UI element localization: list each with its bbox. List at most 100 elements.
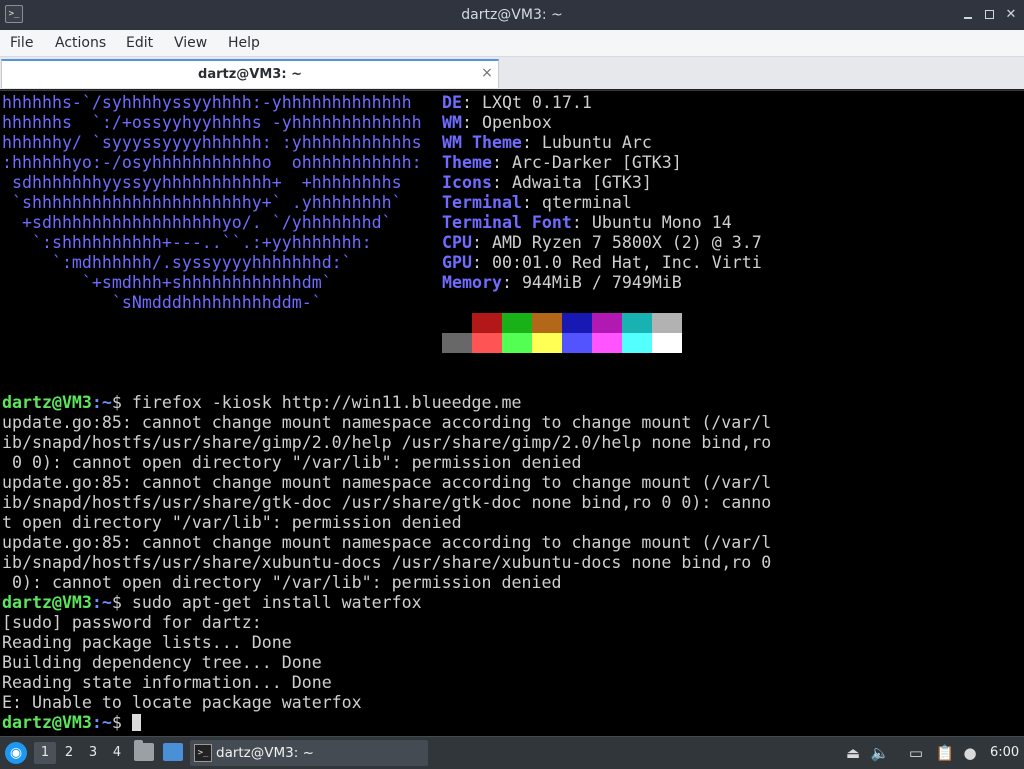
terminal-task-icon: >_ (194, 744, 212, 762)
ascii-logo-line: `shhhhhhhhhhhhhhhhhhhhhhy+` .yhhhhhhhh` (2, 193, 402, 212)
color-swatch (442, 333, 472, 353)
system-info-key: DE (442, 93, 462, 112)
menu-actions[interactable]: Actions (53, 30, 108, 56)
menu-edit[interactable]: Edit (124, 30, 155, 56)
output-line: t open directory "/var/lib": permission … (2, 513, 462, 532)
system-info-row: DE: LXQt 0.17.1 (442, 93, 762, 113)
system-info-row: Memory: 944MiB / 7949MiB (442, 273, 762, 293)
system-info-row: Theme: Arc-Darker [GTK3] (442, 153, 762, 173)
color-swatch (592, 313, 622, 333)
system-info-key: Theme (442, 153, 492, 172)
prompt-symbol: $ (111, 713, 132, 732)
color-swatch (532, 333, 562, 353)
app-menu-icon[interactable]: ◉ (5, 742, 27, 764)
color-swatch (472, 313, 502, 333)
color-palette-row-2 (442, 333, 682, 353)
terminal-output: dartz@VM3:~$ firefox -kiosk http://win11… (2, 393, 771, 733)
desktop-1-button[interactable]: 1 (34, 742, 56, 764)
prompt-symbol: $ (111, 393, 132, 412)
file-manager-icon[interactable] (134, 740, 154, 761)
system-info-separator: : (491, 153, 502, 172)
output-line: 0 0): cannot open directory "/var/lib": … (2, 453, 582, 472)
taskbar: ◉ 1 2 3 4 >_ dartz@VM3: ~ ⏏ 🔈 ▭ 📋 ● 6:00 (0, 736, 1024, 769)
prompt-user: dartz@VM3 (2, 393, 92, 412)
volume-icon[interactable]: 🔈 (870, 743, 890, 763)
system-info: DE: LXQt 0.17.1 WM: Openbox WM Theme: Lubu… (442, 93, 762, 293)
system-info-row: Terminal Font: Ubuntu Mono 14 (442, 213, 762, 233)
system-info-value: 00:01.0 Red Hat, Inc. Virti (481, 253, 762, 272)
output-line: Building dependency tree... Done (2, 653, 322, 672)
ascii-logo-line: hhhhhhs-`/syhhhhyssyyhhhh:-yhhhhhhhhhhhh… (2, 93, 412, 112)
ascii-logo-line: sdhhhhhhhyyssyyhhhhhhhhhhh+ +hhhhhhhhs (2, 173, 402, 192)
system-info-row: WM Theme: Lubuntu Arc (442, 133, 762, 153)
system-info-separator: : (461, 113, 472, 132)
tab-close-icon[interactable]: × (480, 66, 494, 80)
menu-bar: File Actions Edit View Help (0, 30, 1024, 57)
menu-file[interactable]: File (8, 30, 35, 56)
prompt-line: dartz@VM3:~$ (2, 713, 771, 733)
prompt-line: dartz@VM3:~$ sudo apt-get install waterf… (2, 593, 771, 613)
color-swatch (562, 333, 592, 353)
system-info-separator: : (501, 273, 512, 292)
desktop-2-button[interactable]: 2 (58, 742, 80, 764)
tab-bar: dartz@VM3: ~ × (0, 57, 1024, 89)
notification-icon[interactable]: ● (960, 743, 980, 763)
show-desktop-icon[interactable] (163, 743, 183, 761)
output-line: ib/snapd/hostfs/usr/share/xubuntu-docs /… (2, 553, 772, 572)
network-icon[interactable]: ▭ (906, 743, 926, 763)
maximize-icon[interactable] (982, 7, 998, 23)
system-info-separator: : (571, 213, 582, 232)
desktop-4-button[interactable]: 4 (106, 742, 128, 764)
color-swatch (502, 333, 532, 353)
taskbar-task-terminal[interactable]: >_ dartz@VM3: ~ (190, 740, 428, 766)
system-info-value: Openbox (471, 113, 552, 132)
system-info-separator: : (491, 173, 502, 192)
system-info-row: Terminal: qterminal (442, 193, 762, 213)
output-line: update.go:85: cannot change mount namesp… (2, 533, 772, 552)
tab-terminal[interactable]: dartz@VM3: ~ × (1, 59, 499, 88)
output-line: Reading state information... Done (2, 673, 332, 692)
system-info-separator: : (471, 233, 482, 252)
color-swatch (562, 313, 592, 333)
system-info-value: AMD Ryzen 7 5800X (2) @ 3.7 (481, 233, 762, 252)
clock[interactable]: 6:00 (990, 737, 1019, 769)
color-swatch (502, 313, 532, 333)
system-info-key: WM Theme (442, 133, 522, 152)
system-info-row: GPU: 00:01.0 Red Hat, Inc. Virti (442, 253, 762, 273)
close-icon[interactable]: ✕ (1003, 7, 1019, 23)
window-titlebar[interactable]: >_ dartz@VM3: ~ ✕ (0, 0, 1024, 30)
prompt-path: :~ (91, 713, 112, 732)
system-info-key: CPU (442, 233, 472, 252)
window-title: dartz@VM3: ~ (461, 7, 563, 23)
menu-help[interactable]: Help (226, 30, 262, 56)
ascii-logo-line: +sdhhhhhhhhhhhhhhhhhyo/. `/yhhhhhhhd` (2, 213, 392, 232)
system-info-value: LXQt 0.17.1 (471, 93, 592, 112)
output-line: update.go:85: cannot change mount namesp… (2, 413, 772, 432)
menu-view[interactable]: View (172, 30, 209, 56)
command-text: sudo apt-get install waterfox (131, 593, 422, 612)
output-line: ib/snapd/hostfs/usr/share/gtk-doc /usr/s… (2, 493, 772, 512)
prompt-symbol: $ (111, 593, 132, 612)
ascii-logo-line: `:mdhhhhhh/.syssyyyyhhhhhhhd:` (2, 253, 352, 272)
update-notifier-icon[interactable]: ⏏ (843, 743, 863, 763)
output-line: 0): cannot open directory "/var/lib": pe… (2, 573, 562, 592)
system-info-value: qterminal (531, 193, 632, 212)
color-swatch (652, 333, 682, 353)
desktop-3-button[interactable]: 3 (82, 742, 104, 764)
system-info-key: GPU (442, 253, 472, 272)
system-info-separator: : (521, 193, 532, 212)
clipboard-icon[interactable]: 📋 (935, 743, 955, 763)
color-swatch (532, 313, 562, 333)
system-info-separator: : (471, 253, 482, 272)
system-info-value: Adwaita [GTK3] (501, 173, 652, 192)
ascii-logo-line: hhhhhhs `:/+ossyyhyyhhhhs -yhhhhhhhhhhhh… (2, 113, 422, 132)
output-line: Reading package lists... Done (2, 633, 292, 652)
system-info-row: CPU: AMD Ryzen 7 5800X (2) @ 3.7 (442, 233, 762, 253)
minimize-icon[interactable] (960, 7, 976, 23)
prompt-user: dartz@VM3 (2, 593, 92, 612)
color-swatch (622, 313, 652, 333)
prompt-line: dartz@VM3:~$ firefox -kiosk http://win11… (2, 393, 771, 413)
terminal-view[interactable]: hhhhhhs-`/syhhhhyssyyhhhh:-yhhhhhhhhhhhh… (0, 90, 1024, 737)
system-info-value: Arc-Darker [GTK3] (501, 153, 682, 172)
ascii-logo-line: :hhhhhhyo:-/osyhhhhhhhhhhho ohhhhhhhhhhh… (2, 153, 422, 172)
